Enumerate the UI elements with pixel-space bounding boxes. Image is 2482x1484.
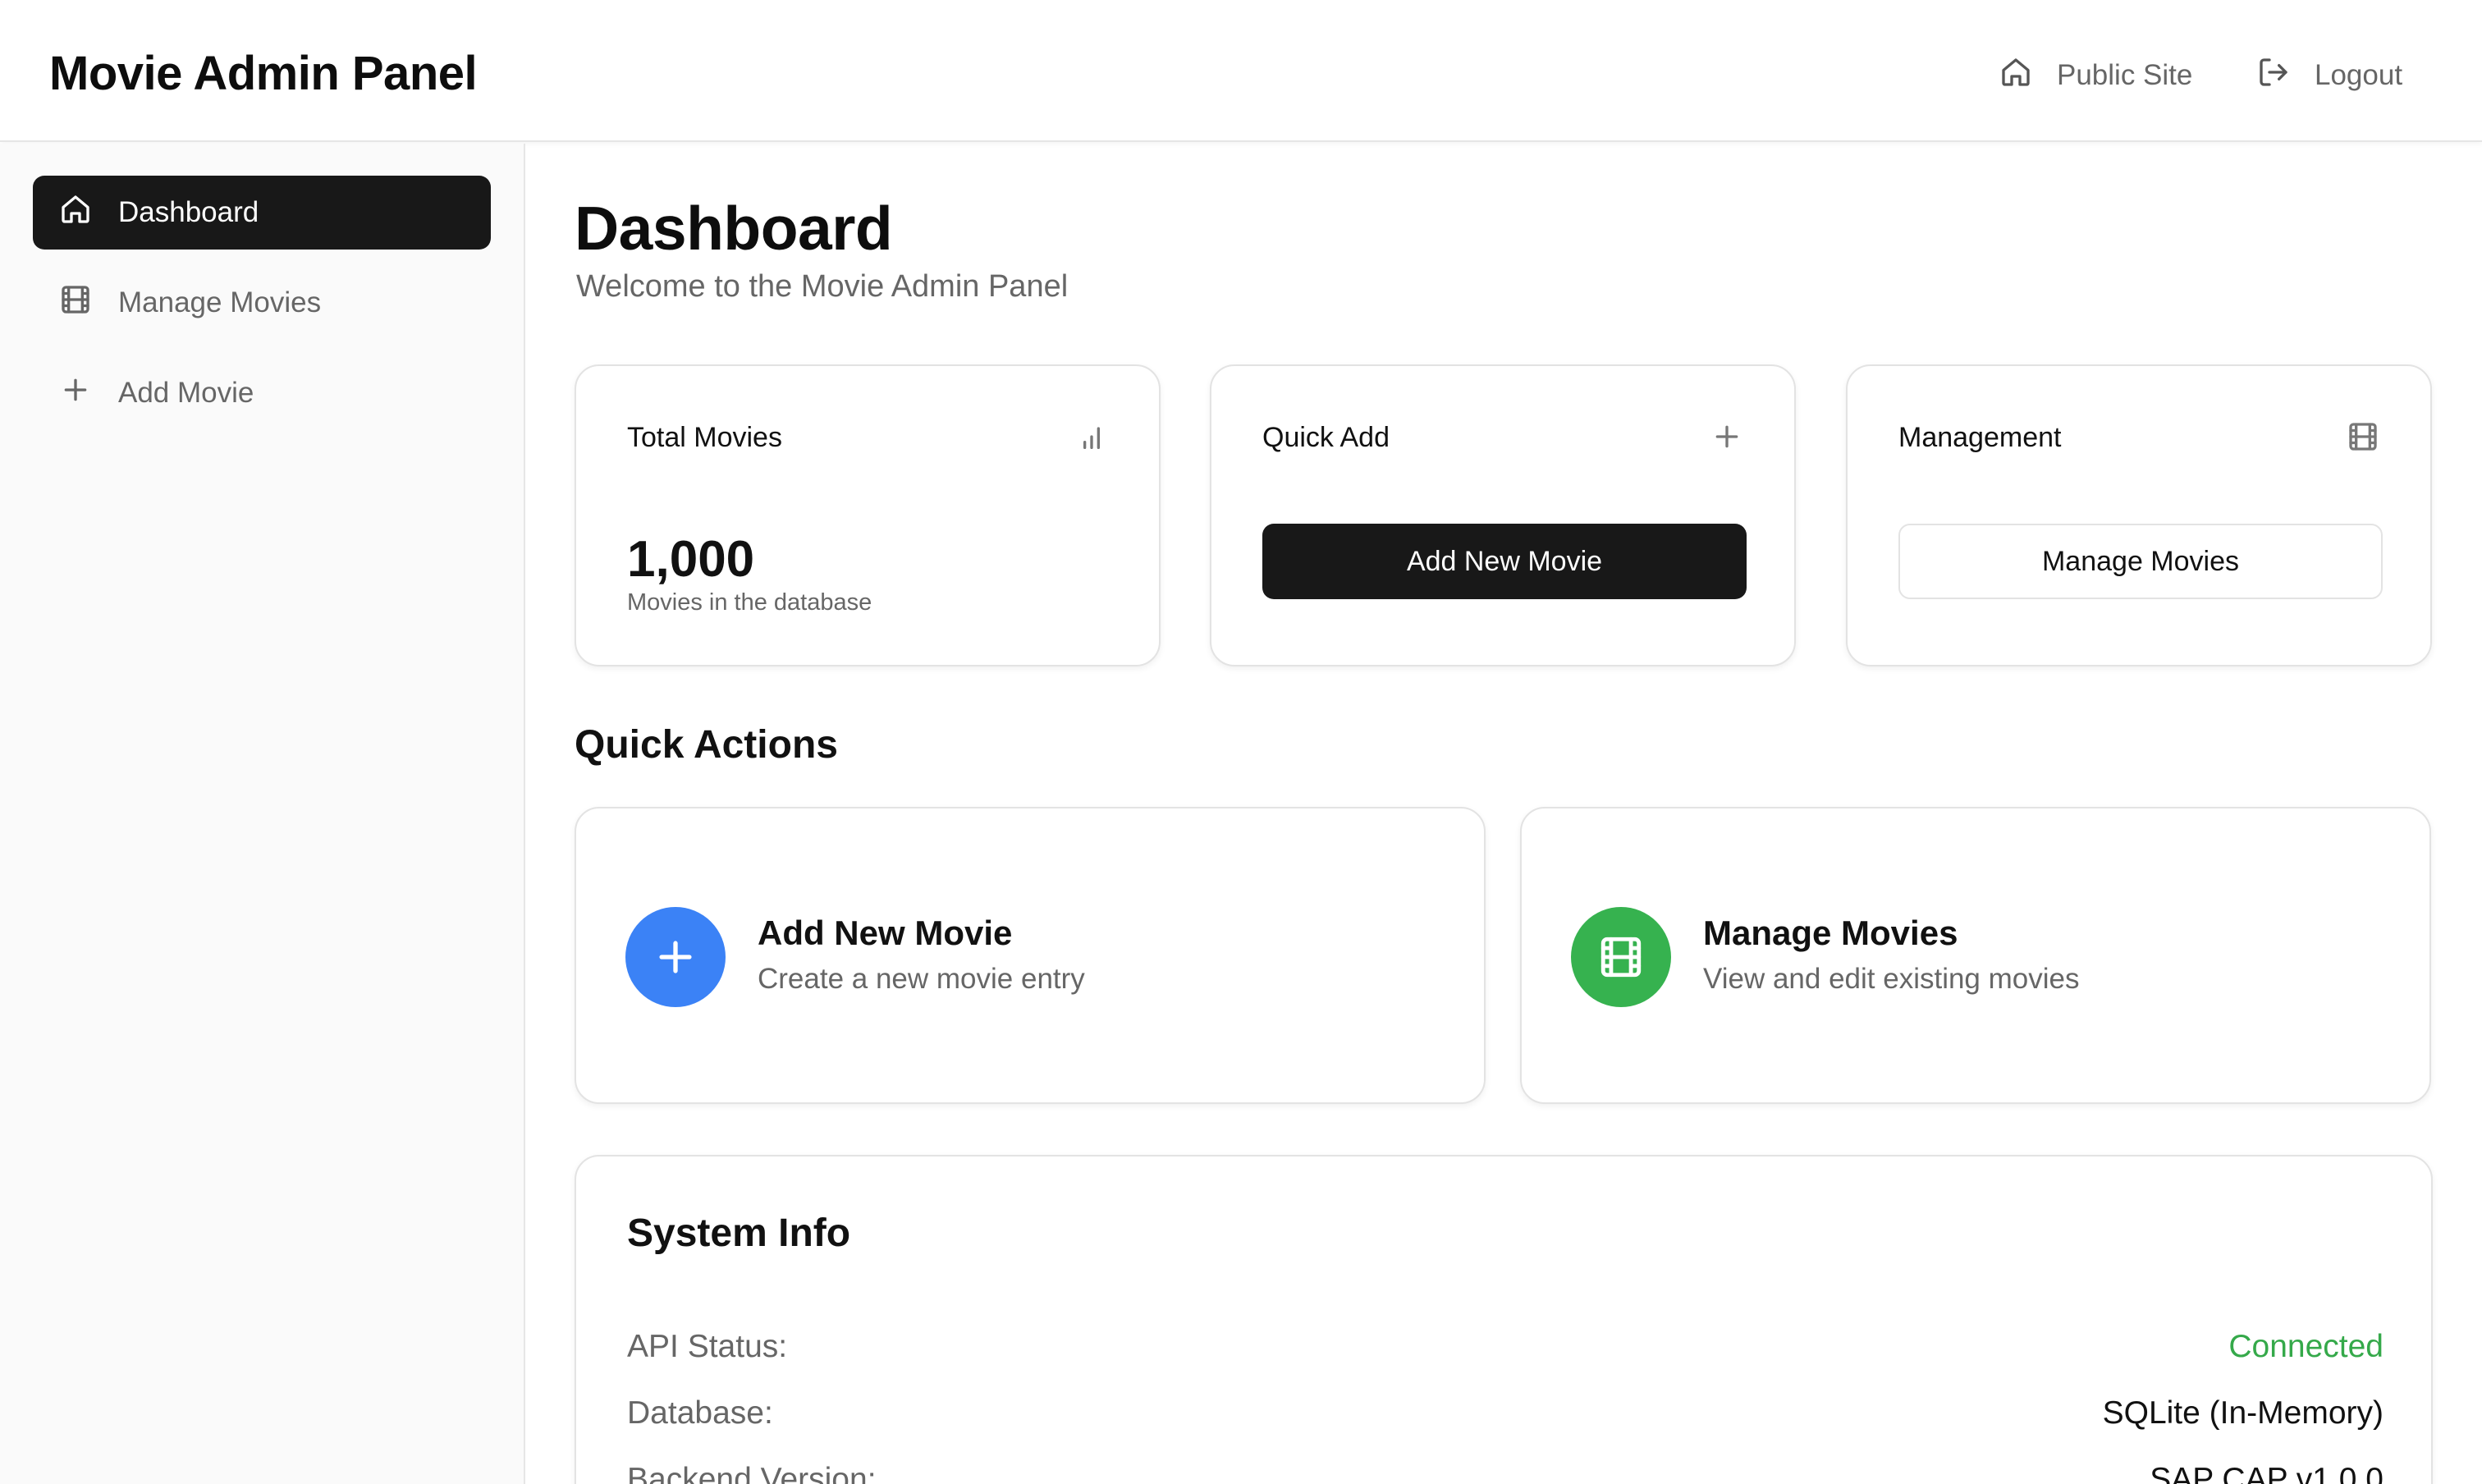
page-title: Dashboard — [575, 194, 893, 263]
sidebar-item-label: Dashboard — [118, 196, 259, 228]
quick-action-title: Add New Movie — [758, 914, 1013, 952]
quick-action-add-movie[interactable]: Add New Movie Create a new movie entry — [575, 807, 1486, 1104]
main-content: Dashboard Welcome to the Movie Admin Pan… — [527, 144, 2482, 1484]
sidebar-item-add-movie[interactable]: Add Movie — [33, 356, 491, 430]
system-info-row: Backend Version: SAP CAP v1.0.0 — [627, 1459, 2384, 1484]
app-root: Movie Admin Panel Public Site Logout Das… — [0, 0, 2482, 1484]
total-movies-count: 1,000 — [627, 531, 755, 588]
quick-action-description: View and edit existing movies — [1703, 963, 2080, 995]
logout-link[interactable]: Logout — [2257, 53, 2402, 98]
add-new-movie-button[interactable]: Add New Movie — [1262, 524, 1747, 599]
public-site-label: Public Site — [2057, 59, 2193, 91]
sidebar-item-label: Add Movie — [118, 377, 254, 409]
system-info-row: Database: SQLite (In-Memory) — [627, 1393, 2384, 1434]
card-label: Total Movies — [627, 422, 782, 453]
logout-icon — [2257, 56, 2290, 96]
total-movies-caption: Movies in the database — [627, 589, 872, 616]
plus-icon — [625, 907, 726, 1007]
bar-chart-icon — [1075, 420, 1108, 453]
total-movies-card: Total Movies 1,000 Movies in the databas… — [575, 364, 1161, 666]
sidebar-item-label: Manage Movies — [118, 286, 322, 318]
backend-version-value: SAP CAP v1.0.0 — [2150, 1462, 2384, 1484]
system-info-row: API Status: Connected — [627, 1326, 2384, 1367]
film-icon — [2347, 420, 2379, 453]
quick-add-card: Quick Add Add New Movie — [1210, 364, 1796, 666]
logout-label: Logout — [2315, 59, 2403, 91]
card-label: Management — [1898, 422, 2062, 453]
home-icon — [59, 193, 92, 233]
sidebar-item-dashboard[interactable]: Dashboard — [33, 176, 491, 250]
system-info-title: System Info — [627, 1211, 851, 1255]
quick-action-manage-movies[interactable]: Manage Movies View and edit existing mov… — [1520, 807, 2431, 1104]
home-icon — [1999, 56, 2032, 96]
plus-icon — [1710, 420, 1743, 453]
public-site-link[interactable]: Public Site — [1999, 53, 2192, 98]
quick-actions-title: Quick Actions — [575, 723, 838, 767]
film-icon — [59, 283, 92, 323]
card-label: Quick Add — [1262, 422, 1390, 453]
app-title: Movie Admin Panel — [49, 47, 478, 100]
system-info-key: Database: — [627, 1395, 773, 1431]
system-info-card: System Info API Status: Connected Databa… — [575, 1155, 2433, 1484]
sidebar-item-manage-movies[interactable]: Manage Movies — [33, 266, 491, 340]
quick-action-description: Create a new movie entry — [758, 963, 1085, 995]
top-header: Movie Admin Panel Public Site Logout — [0, 0, 2482, 142]
plus-icon — [59, 373, 92, 414]
management-card: Management Manage Movies — [1846, 364, 2432, 666]
manage-movies-button[interactable]: Manage Movies — [1898, 524, 2383, 599]
quick-action-title: Manage Movies — [1703, 914, 1958, 952]
sidebar: Dashboard Manage Movies Add Movie — [0, 144, 525, 1484]
page-subtitle: Welcome to the Movie Admin Panel — [576, 269, 1069, 304]
system-info-key: Backend Version: — [627, 1462, 877, 1484]
system-info-key: API Status: — [627, 1329, 788, 1364]
film-icon — [1571, 907, 1671, 1007]
database-value: SQLite (In-Memory) — [2102, 1395, 2384, 1431]
api-status-value: Connected — [2228, 1329, 2384, 1364]
